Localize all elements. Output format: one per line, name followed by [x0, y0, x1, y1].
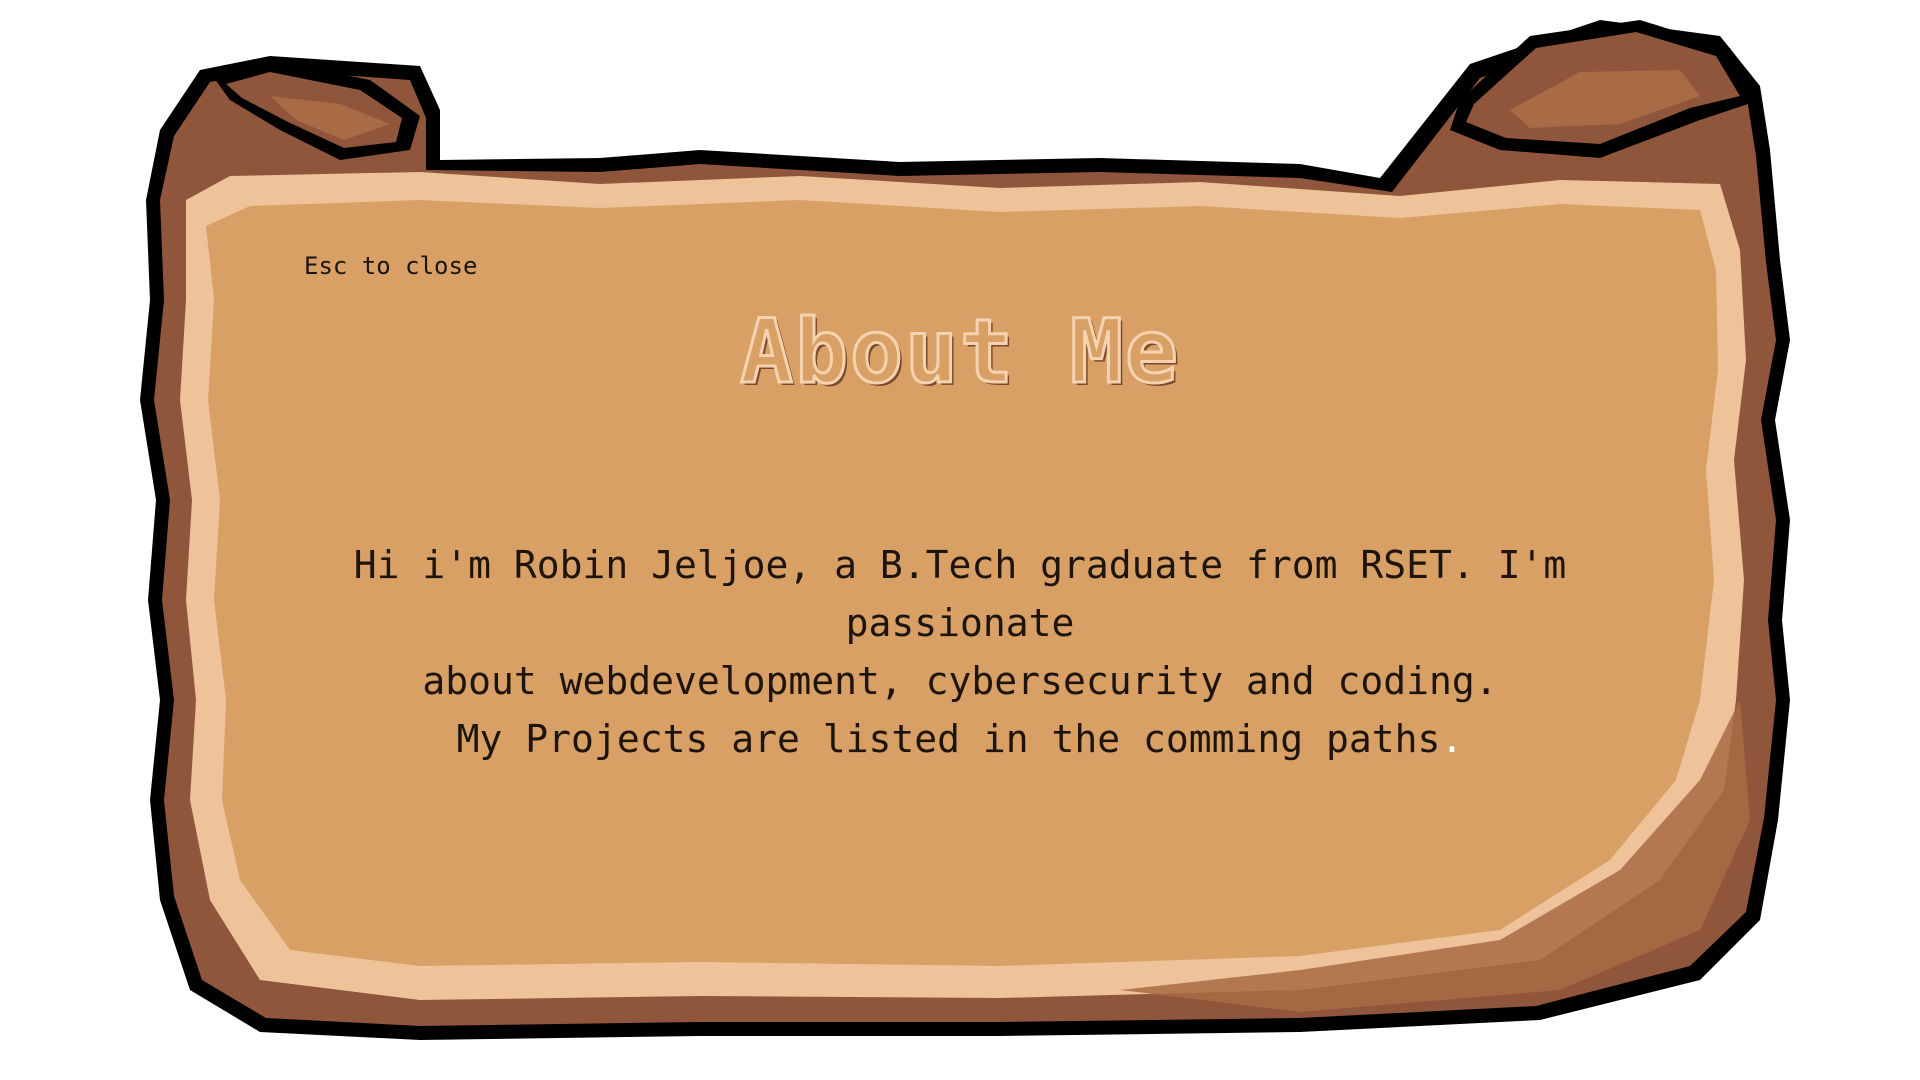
dialog-title: About Me: [739, 299, 1180, 405]
about-line-3-text: My Projects are listed in the comming pa…: [456, 717, 1441, 761]
about-text: Hi i'm Robin Jeljoe, a B.Tech graduate f…: [330, 536, 1590, 768]
about-line-1: Hi i'm Robin Jeljoe, a B.Tech graduate f…: [353, 543, 1567, 645]
about-line-3: My Projects are listed in the comming pa…: [330, 710, 1590, 768]
about-line-2: about webdevelopment, cybersecurity and …: [422, 659, 1498, 703]
about-dialog: Esc to close About Me Hi i'm Robin Jeljo…: [0, 0, 1920, 1080]
about-line-3-period: .: [1440, 717, 1464, 761]
esc-close-hint: Esc to close: [304, 252, 478, 280]
